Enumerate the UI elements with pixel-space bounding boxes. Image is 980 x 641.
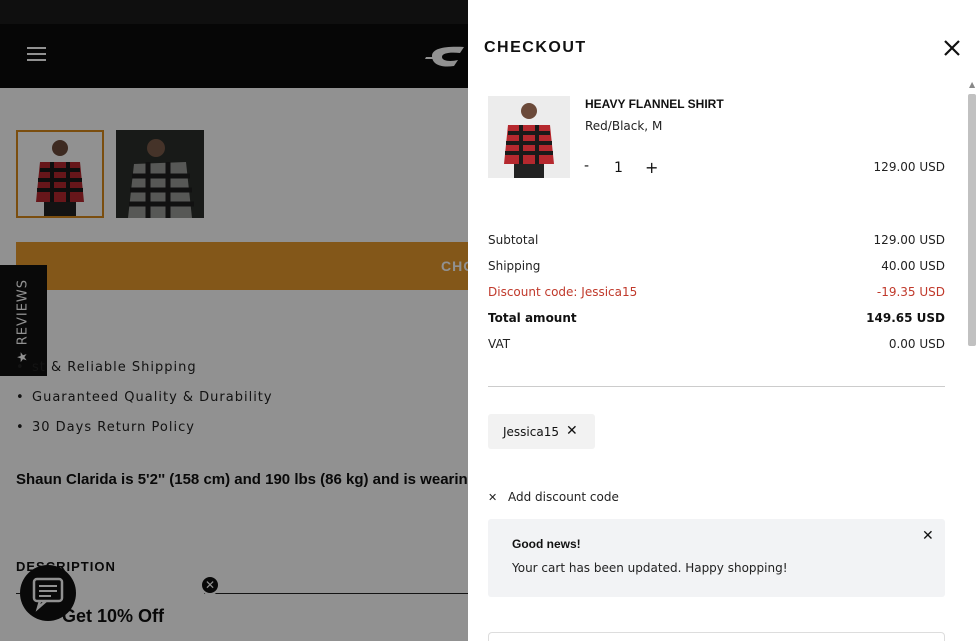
divider: [488, 386, 945, 387]
total-row: Total amount 149.65 USD: [488, 311, 945, 325]
scroll-up-icon[interactable]: ▲: [969, 80, 975, 89]
cart-item-variant: Red/Black, M: [585, 119, 663, 133]
quantity-increase-button[interactable]: +: [645, 158, 658, 177]
cart-item-name: HEAVY FLANNEL SHIRT: [585, 97, 724, 111]
checkout-drawer: CHECKOUT ▲ HEAVY FLANNEL SHIRT Red/Black…: [468, 0, 980, 641]
modal-overlay[interactable]: [0, 0, 468, 641]
close-icon[interactable]: [942, 38, 962, 58]
shipping-row: Shipping 40.00 USD: [488, 259, 945, 273]
scrollbar[interactable]: ▲: [967, 80, 977, 641]
add-discount-code-link[interactable]: ✕ Add discount code: [488, 490, 619, 504]
quantity-decrease-button[interactable]: -: [584, 158, 589, 174]
discount-row: Discount code: Jessica15 -19.35 USD: [488, 285, 945, 299]
scrollbar-thumb[interactable]: [968, 94, 976, 346]
next-section: [488, 632, 945, 641]
notice-close-icon[interactable]: ✕: [922, 528, 934, 544]
quantity-value: 1: [614, 160, 623, 176]
subtotal-row: Subtotal 129.00 USD: [488, 233, 945, 247]
product-photo: [488, 96, 570, 178]
remove-discount-icon[interactable]: ✕: [566, 423, 578, 439]
drawer-title: CHECKOUT: [484, 39, 587, 56]
cart-item-image: [488, 96, 570, 178]
cart-updated-notice: Good news! Your cart has been updated. H…: [488, 519, 945, 597]
vat-row: VAT 0.00 USD: [488, 337, 945, 351]
cart-item-price: 129.00 USD: [873, 160, 945, 174]
toggle-icon: ✕: [488, 491, 498, 504]
applied-discount-chip: Jessica15 ✕: [488, 414, 595, 449]
